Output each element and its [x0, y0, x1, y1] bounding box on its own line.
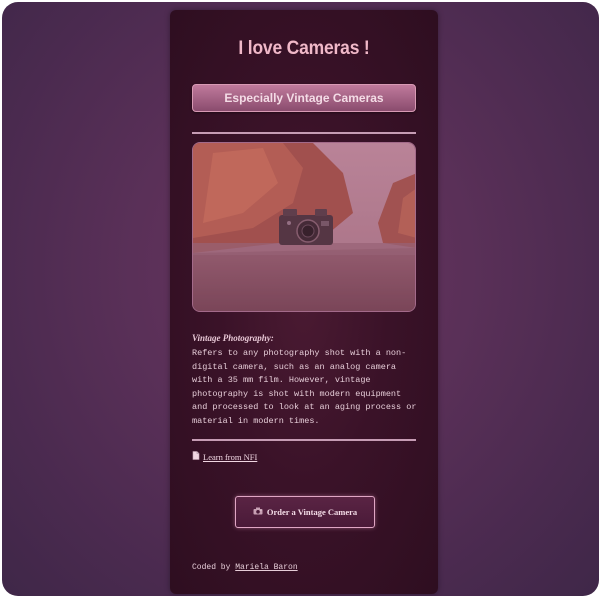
bottom-divider	[192, 439, 416, 441]
order-camera-button[interactable]: Order a Vintage Camera	[235, 496, 375, 528]
article-block: Vintage Photography: Refers to any photo…	[192, 333, 418, 428]
vintage-camera-photo	[192, 142, 416, 312]
page-title: I love Cameras !	[238, 38, 370, 59]
document-icon	[192, 451, 200, 462]
top-divider	[192, 132, 416, 134]
app-window: I love Cameras ! Especially Vintage Came…	[2, 2, 599, 596]
camera-photo-image	[193, 143, 415, 311]
learn-more-label[interactable]: Learn from NFI	[203, 452, 257, 462]
subtitle-button[interactable]: Especially Vintage Cameras	[192, 84, 416, 112]
author-link[interactable]: Mariela Baron	[235, 563, 297, 572]
footer-credit: Coded by Mariela Baron	[192, 563, 298, 572]
camera-icon	[253, 507, 263, 517]
footer-prefix: Coded by	[192, 563, 231, 572]
learn-more-link[interactable]: Learn from NFI	[192, 451, 257, 462]
article-text: Refers to any photography shot with a no…	[192, 348, 417, 426]
order-camera-label[interactable]: Order a Vintage Camera	[267, 507, 357, 517]
article-heading: Vintage Photography:	[192, 333, 274, 343]
content-card: I love Cameras ! Especially Vintage Came…	[170, 10, 438, 594]
